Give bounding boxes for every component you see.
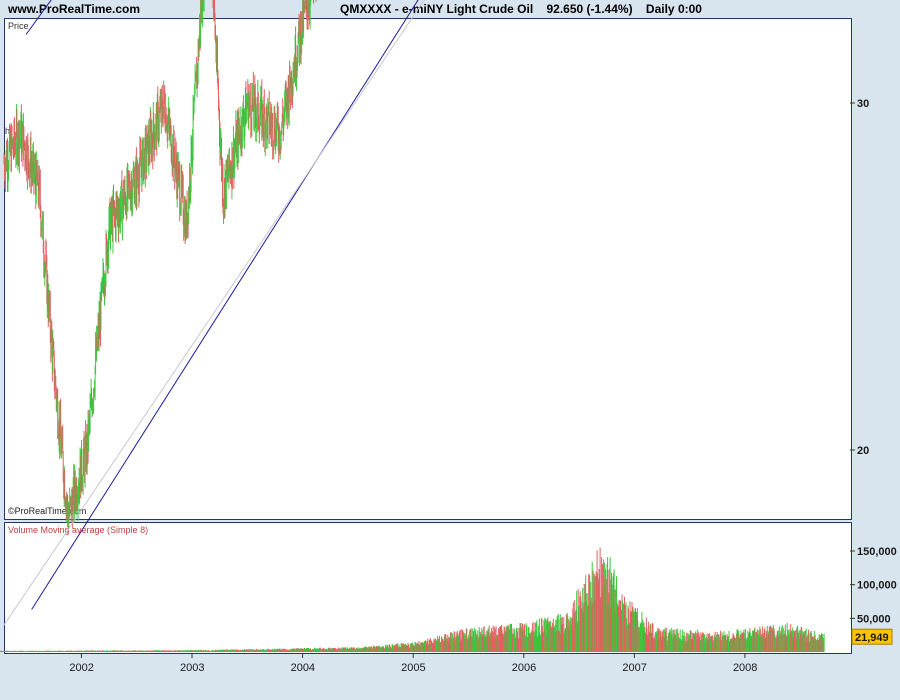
volume-badge-label: 21,949	[855, 632, 889, 644]
lower-channel-line	[31, 0, 419, 610]
chart-overlay: Price h ©ProRealTime.com Volume Moving a…	[0, 0, 897, 674]
price-panel-label: Price	[8, 21, 29, 31]
volume-tick-label: 150,000	[857, 546, 897, 558]
year-tick-label: 2008	[733, 662, 757, 674]
year-tick-label: 2006	[512, 662, 536, 674]
upper-channel-line	[25, 0, 52, 35]
volume-tick-label: 50,000	[857, 613, 891, 625]
price-tick-label: 20	[857, 445, 869, 457]
year-tick-label: 2004	[291, 662, 315, 674]
year-tick-label: 2007	[622, 662, 646, 674]
year-tick-label: 2005	[401, 662, 425, 674]
year-tick-label: 2002	[69, 662, 93, 674]
year-tick-label: 2003	[180, 662, 204, 674]
price-tick-label: 30	[857, 98, 869, 110]
volume-tick-label: 100,000	[857, 580, 897, 592]
volume-panel-label: Volume Moving average (Simple 8)	[8, 525, 148, 535]
volume-layer	[0, 547, 825, 652]
